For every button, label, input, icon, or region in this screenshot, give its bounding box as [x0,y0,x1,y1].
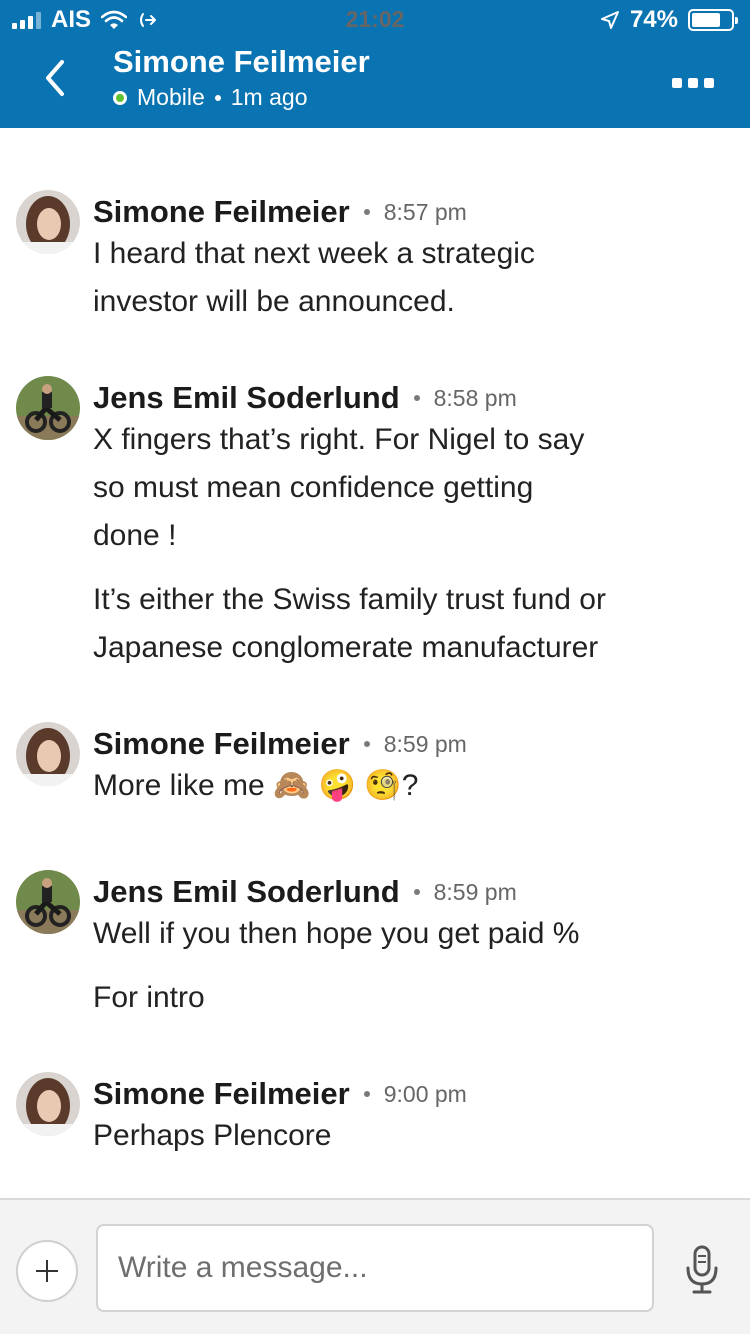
sender-name[interactable]: Simone Feilmeier [93,194,350,230]
sender-name[interactable]: Simone Feilmeier [93,726,350,762]
simone-avatar-icon [16,190,80,254]
microphone-icon[interactable] [684,1244,720,1296]
message-text: Perhaps Plencore [93,1119,332,1152]
message-text: Well if you then hope you get paid % [93,917,580,950]
message-text: More like me 🙈 🤪 🧐? [93,769,419,802]
separator-dot [363,1091,370,1097]
battery-icon [688,9,738,31]
avatar[interactable] [16,1072,80,1136]
message-time: 9:00 pm [383,1080,467,1107]
more-options-icon[interactable] [672,78,714,88]
separator-dot [363,741,370,747]
message-text: X fingers that’s right. For Nigel to say… [93,416,713,560]
location-arrow-icon [600,11,619,29]
battery-percent: 74% [629,6,678,33]
message-time: 8:58 pm [433,384,517,411]
message-line: investor will be announced. [93,285,455,318]
message-line: I heard that next week a strategic [93,237,535,270]
avatar[interactable] [16,190,80,254]
add-attachment-button[interactable] [16,1240,78,1302]
message-line: so must mean confidence getting [93,471,534,504]
sender-name[interactable]: Jens Emil Soderlund [93,380,400,416]
message-time: 8:59 pm [383,730,467,757]
presence-label: Mobile [137,84,205,110]
jens-avatar-icon [16,870,80,934]
avatar[interactable] [16,376,80,440]
separator-dot [413,395,420,401]
conversation-title[interactable]: Simone Feilmeier [113,44,370,80]
message-line: It’s either the Swiss family trust fund … [93,583,606,616]
conversation-subtitle: Mobile 1m ago [113,84,307,111]
separator-dot [214,94,221,101]
message-input[interactable] [96,1224,654,1312]
message-composer [0,1198,750,1334]
sender-name[interactable]: Jens Emil Soderlund [93,874,400,910]
jens-avatar-icon [16,376,80,440]
simone-avatar-icon [16,722,80,786]
last-seen-label: 1m ago [230,84,308,110]
message-line: X fingers that’s right. For Nigel to say [93,423,585,456]
back-chevron-icon[interactable] [40,58,74,98]
avatar[interactable] [16,722,80,786]
message-time: 8:59 pm [433,878,517,905]
message-text: I heard that next week a strategic inves… [93,230,713,326]
separator-dot [413,889,420,895]
top-bar: AIS 21:02 74% Simone Feilmeier Mobile 1m… [0,0,750,128]
simone-avatar-icon [16,1072,80,1136]
online-presence-icon [113,90,127,105]
separator-dot [363,209,370,215]
sender-name[interactable]: Simone Feilmeier [93,1076,350,1112]
avatar[interactable] [16,870,80,934]
message-line: Japanese conglomerate manufacturer [93,631,599,664]
message-text: It’s either the Swiss family trust fund … [93,576,713,672]
status-bar: AIS 21:02 74% [0,0,750,40]
message-line: done ! [93,519,177,552]
message-text: For intro [93,981,205,1014]
message-time: 8:57 pm [383,198,467,225]
